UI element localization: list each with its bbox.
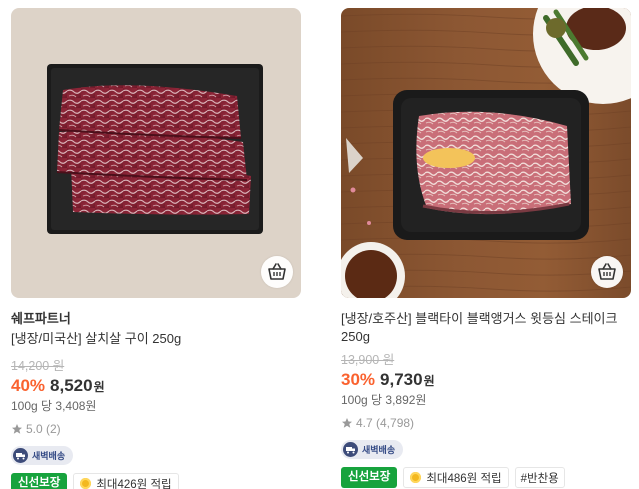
fresh-guarantee-badge: 신선보장 <box>11 473 68 489</box>
coin-icon <box>410 472 422 483</box>
product-image-2[interactable] <box>341 8 631 298</box>
dawn-delivery-label: 새벽배송 <box>362 445 396 455</box>
beef-tray-image <box>47 64 263 234</box>
star-icon <box>342 418 352 428</box>
product-image-1[interactable] <box>11 8 301 298</box>
tag-row: 신선보장 최대426원 적립 <box>11 473 301 489</box>
basket-icon <box>268 263 286 280</box>
product-name[interactable]: [냉장/미국산] 살치살 구이 250g <box>11 329 301 348</box>
sale-price: 9,730 <box>380 370 423 389</box>
tag-row: 신선보장 최대486원 적립 #반찬용 <box>341 467 631 488</box>
product-brand[interactable]: 쉐프파트너 <box>11 310 301 327</box>
add-to-cart-button-1[interactable] <box>261 256 293 288</box>
points-badge: 최대426원 적립 <box>73 473 179 489</box>
rating-value: 4.7 (4,798) <box>356 416 415 430</box>
sale-price: 8,520 <box>50 376 93 395</box>
currency-label: 원 <box>93 380 105 394</box>
discount-rate: 30% <box>341 370 376 389</box>
dawn-delivery-label: 새벽배송 <box>32 451 66 461</box>
unit-price: 100g 당 3,408원 <box>11 399 97 413</box>
original-price: 13,900 원 <box>341 353 395 367</box>
truck-icon <box>13 448 28 463</box>
original-price: 14,200 원 <box>11 359 65 373</box>
rating: 4.7 (4,798) <box>341 416 631 430</box>
hashtag-badge[interactable]: #반찬용 <box>514 467 565 488</box>
star-icon <box>12 424 22 434</box>
price-row: 40% 8,520 원 <box>11 375 301 398</box>
dawn-delivery-badge: 새벽배송 <box>11 446 74 465</box>
currency-label: 원 <box>423 374 435 388</box>
basket-icon <box>598 263 616 280</box>
truck-icon <box>343 442 358 457</box>
points-label: 최대486원 적립 <box>426 472 502 485</box>
unit-price: 100g 당 3,892원 <box>341 393 427 407</box>
dawn-delivery-badge: 새벽배송 <box>341 440 404 459</box>
points-badge: 최대486원 적립 <box>403 467 509 488</box>
product-name[interactable]: [냉장/호주산] 블랙타이 블랙앵거스 윗등심 스테이크 250g <box>341 310 633 346</box>
add-to-cart-button-2[interactable] <box>591 256 623 288</box>
discount-rate: 40% <box>11 376 46 395</box>
coin-icon <box>80 478 92 489</box>
product-card-1[interactable]: 쉐프파트너 [냉장/미국산] 살치살 구이 250g 14,200 원 40% … <box>11 8 301 489</box>
steak-tray-image <box>341 8 631 298</box>
rating: 5.0 (2) <box>11 422 301 436</box>
rating-value: 5.0 (2) <box>26 422 61 436</box>
fresh-guarantee-badge: 신선보장 <box>341 467 398 488</box>
price-row: 30% 9,730 원 <box>341 369 631 392</box>
product-card-2[interactable]: [냉장/호주산] 블랙타이 블랙앵거스 윗등심 스테이크 250g 13,900… <box>341 8 631 488</box>
points-label: 최대426원 적립 <box>96 478 172 489</box>
